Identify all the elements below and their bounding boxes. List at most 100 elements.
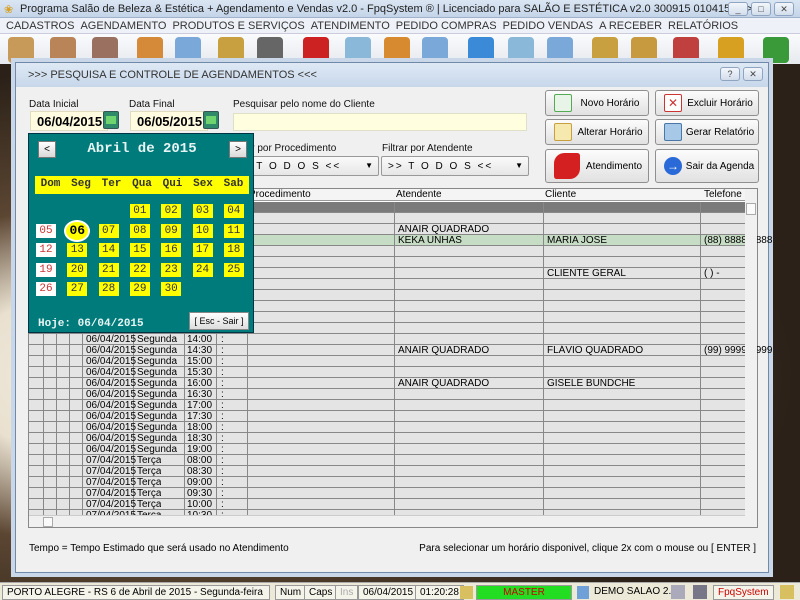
table-row[interactable]: 06/04/2015 Segunda 14:00:: [29, 334, 745, 345]
search-folder-icon[interactable]: [175, 37, 201, 63]
prev-month-button[interactable]: <: [38, 141, 56, 158]
minimize-button[interactable]: _: [728, 2, 748, 16]
vertical-scrollbar[interactable]: [745, 189, 757, 527]
support-icon[interactable]: [673, 37, 699, 63]
table-row[interactable]: 06/04/2015 Segunda 18:30:: [29, 433, 745, 444]
reports-icon[interactable]: [631, 37, 657, 63]
table-row[interactable]: 07/04/2015 Terça 08:00:: [29, 455, 745, 466]
menu-item[interactable]: A RECEBER: [599, 18, 662, 32]
menu-item[interactable]: PRODUTOS E SERVIÇOS: [172, 18, 304, 32]
calendar-day[interactable]: 16: [161, 243, 182, 257]
calendar-day[interactable]: 14: [98, 243, 119, 257]
table-row[interactable]: 07/04/2015 Terça 08:30:: [29, 466, 745, 477]
purchase-icon[interactable]: [384, 37, 410, 63]
menu-item[interactable]: ATENDIMENTO: [311, 18, 390, 32]
col-header-atendente[interactable]: Atendente: [396, 189, 442, 200]
calendar-day[interactable]: 12: [36, 243, 56, 257]
clients-icon[interactable]: [8, 37, 34, 63]
maximize-button[interactable]: □: [751, 2, 771, 16]
calendar-close-button[interactable]: [ Esc - Sair ]: [189, 312, 249, 330]
calendar-day[interactable]: 17: [192, 243, 213, 257]
menu-item[interactable]: CADASTROS: [6, 18, 74, 32]
money-icon[interactable]: [718, 37, 744, 63]
menu-item[interactable]: PEDIDO VENDAS: [503, 18, 593, 32]
exit-icon[interactable]: [763, 37, 789, 63]
calendar-day-selected[interactable]: 06: [64, 219, 91, 242]
novo-horario-button[interactable]: Novo Horário: [545, 90, 649, 116]
calendar-day[interactable]: 11: [223, 223, 244, 238]
gerar-relatorio-button[interactable]: Gerar Relatório: [655, 119, 759, 145]
table-row[interactable]: 06/04/2015 Segunda 16:30:: [29, 389, 745, 400]
barcode-icon[interactable]: [257, 37, 283, 63]
calendar-day[interactable]: 23: [161, 262, 182, 277]
data-inicial-field[interactable]: 06/04/2015: [30, 111, 108, 131]
alterar-horario-button[interactable]: Alterar Horário: [545, 119, 649, 145]
calendar-day[interactable]: 08: [129, 223, 150, 238]
table-row[interactable]: 06/04/2015 Segunda 15:30:: [29, 367, 745, 378]
search-doc-icon[interactable]: [345, 37, 371, 63]
atendente-filter-select[interactable]: >> T O D O S << ▼: [381, 156, 529, 176]
calendar-day[interactable]: 27: [67, 282, 88, 296]
calendar-day[interactable]: 02: [161, 204, 182, 218]
table-row[interactable]: 07/04/2015 Terça 10:00:: [29, 499, 745, 510]
calendar-icon[interactable]: [103, 111, 119, 129]
sair-agenda-button[interactable]: → Sair da Agenda: [655, 149, 759, 183]
table-row[interactable]: 06/04/2015 Segunda 16:00: ANAIR QUADRADO GIS…: [29, 378, 745, 389]
calendar-icon[interactable]: [203, 111, 219, 129]
table-row[interactable]: 06/04/2015 Segunda 17:00:: [29, 400, 745, 411]
calendar-day[interactable]: 21: [98, 262, 119, 277]
table-row[interactable]: 07/04/2015 Terça 09:30:: [29, 488, 745, 499]
calendar-day[interactable]: 18: [223, 243, 244, 257]
search-input[interactable]: [233, 113, 527, 131]
calendar-day[interactable]: 25: [223, 262, 244, 277]
col-header-procedimento[interactable]: Procedimento: [249, 189, 311, 200]
table-row[interactable]: 07/04/2015 Terça 09:00:: [29, 477, 745, 488]
menu-item[interactable]: PEDIDO COMPRAS: [396, 18, 497, 32]
calendar-day[interactable]: 19: [36, 262, 56, 277]
search-doc2-icon[interactable]: [508, 37, 534, 63]
table-row[interactable]: 06/04/2015 Segunda 14:30: ANAIR QUADRADO FLÁ…: [29, 345, 772, 356]
calendar-day[interactable]: 01: [129, 204, 150, 218]
table-row[interactable]: 06/04/2015 Segunda 17:30:: [29, 411, 745, 422]
menu-item[interactable]: RELATÓRIOS: [668, 18, 738, 32]
calendar-day[interactable]: 22: [129, 262, 150, 277]
table-row[interactable]: 06/04/2015 Segunda 19:00:: [29, 444, 745, 455]
calendar-day[interactable]: 03: [192, 204, 213, 218]
user-icon[interactable]: [92, 37, 118, 63]
col-header-cliente[interactable]: Cliente: [545, 189, 576, 200]
products-icon[interactable]: [218, 37, 244, 63]
search-folder2-icon[interactable]: [422, 37, 448, 63]
calendar-day[interactable]: 05: [36, 223, 56, 238]
calendar-day[interactable]: 26: [36, 282, 56, 296]
calendar-day[interactable]: 09: [161, 223, 182, 238]
scroll-thumb[interactable]: [43, 517, 53, 527]
calendar-day[interactable]: 24: [192, 262, 213, 277]
table-row[interactable]: 06/04/2015 Segunda 18:00:: [29, 422, 745, 433]
finance-icon[interactable]: [592, 37, 618, 63]
next-month-button[interactable]: >: [229, 141, 247, 158]
excluir-horario-button[interactable]: ✕ Excluir Horário: [655, 90, 759, 116]
calendar-day[interactable]: 30: [161, 282, 182, 296]
atendimento-icon[interactable]: [303, 37, 329, 63]
dialog-close-button[interactable]: ✕: [743, 67, 763, 81]
help-button[interactable]: ?: [720, 67, 740, 81]
close-button[interactable]: ✕: [774, 2, 794, 16]
horizontal-scrollbar[interactable]: [29, 515, 745, 527]
scroll-thumb[interactable]: [746, 203, 756, 215]
menu-item[interactable]: AGENDAMENTO: [80, 18, 166, 32]
calendar-day[interactable]: 07: [98, 223, 119, 238]
search-folder3-icon[interactable]: [547, 37, 573, 63]
calendar-icon[interactable]: [137, 37, 163, 63]
calendar-day[interactable]: 15: [129, 243, 150, 257]
calendar-day[interactable]: 04: [223, 204, 244, 218]
data-final-field[interactable]: 06/05/2015: [130, 111, 208, 131]
table-row[interactable]: 06/04/2015 Segunda 15:00:: [29, 356, 745, 367]
calendar-day[interactable]: 13: [67, 243, 88, 257]
users-icon[interactable]: [50, 37, 76, 63]
calendar-day[interactable]: 28: [98, 282, 119, 296]
atendimento-button[interactable]: Atendimento: [545, 149, 649, 183]
calendar-day[interactable]: 29: [129, 282, 150, 296]
calendar-day[interactable]: 10: [192, 223, 213, 238]
calendar-day[interactable]: 20: [67, 262, 88, 277]
monitor-icon[interactable]: [468, 37, 494, 63]
